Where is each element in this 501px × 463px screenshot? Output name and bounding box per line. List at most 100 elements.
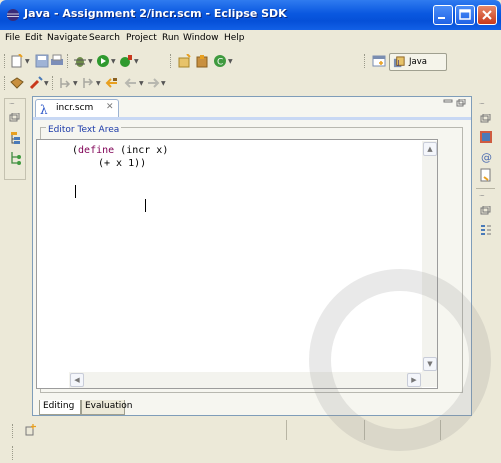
toolbar-grip[interactable] (4, 76, 8, 90)
toolbar-grip[interactable] (52, 76, 56, 90)
status-divider (286, 420, 287, 440)
keyword: define (78, 186, 115, 197)
code-line-1: (define (incr x) (72, 145, 169, 156)
code-line-3: (define (incr-two x) (72, 185, 192, 198)
tab-close-icon[interactable]: ✕ (106, 102, 114, 112)
editor-tab[interactable]: λ incr.scm ✕ (35, 99, 119, 117)
new-file-icon[interactable] (10, 54, 24, 68)
maximize-icon (459, 9, 471, 20)
dropdown-arrow-icon[interactable]: ▼ (88, 58, 93, 65)
back-icon[interactable] (124, 76, 138, 90)
menu-file[interactable]: File (5, 33, 20, 43)
dropdown-arrow-icon[interactable]: ▼ (73, 80, 78, 87)
perspective-label: Java (409, 57, 427, 67)
toolbar-grip[interactable] (12, 446, 16, 460)
menu-bar: File Edit Navigate Search Project Run Wi… (0, 30, 501, 48)
debug-icon[interactable] (73, 54, 87, 68)
new-package-icon[interactable] (195, 54, 209, 68)
svg-text:C: C (217, 58, 223, 68)
external-tools-icon[interactable] (119, 54, 133, 68)
tab-underline (33, 117, 471, 120)
dropdown-arrow-icon[interactable]: ▼ (25, 58, 30, 65)
eclipse-window: Java - Assignment 2/incr.scm - Eclipse S… (0, 0, 501, 463)
java-perspective-icon: J (393, 56, 405, 68)
code-editor[interactable]: ▲ ▼ ◀ ▶ (36, 139, 438, 389)
task-list-icon[interactable] (479, 224, 493, 238)
maximize-button[interactable] (455, 5, 475, 25)
trim-grip[interactable]: ···· (9, 100, 15, 108)
print-icon[interactable] (50, 54, 64, 68)
javadoc-icon[interactable]: @ (479, 150, 493, 164)
dropdown-arrow-icon[interactable]: ▼ (139, 80, 144, 87)
dropdown-arrow-icon[interactable]: ▼ (111, 58, 116, 65)
dropdown-arrow-icon[interactable]: ▼ (161, 80, 166, 87)
trim-grip[interactable]: ···· (479, 192, 485, 200)
trim-divider (476, 188, 495, 189)
title-bar[interactable]: Java - Assignment 2/incr.scm - Eclipse S… (0, 0, 501, 30)
menu-navigate[interactable]: Navigate (47, 33, 87, 43)
scroll-left-button[interactable]: ◀ (70, 373, 84, 387)
code-line-2: (+ x 1)) (98, 158, 147, 169)
declaration-icon[interactable] (479, 168, 493, 182)
eclipse-app-icon (7, 9, 19, 21)
restore-icon[interactable] (480, 206, 492, 216)
search-icon[interactable] (29, 76, 43, 90)
tab-evaluation[interactable]: Evaluation (81, 400, 133, 415)
main-toolbar: ▼ ▼ ▼ ▼ C ▼ J Java (0, 50, 501, 72)
package-explorer-icon[interactable] (9, 151, 23, 165)
new-java-project-icon[interactable] (177, 54, 191, 68)
run-icon[interactable] (96, 54, 110, 68)
tab-editing[interactable]: Editing (39, 400, 81, 415)
menu-search[interactable]: Search (89, 33, 120, 43)
left-trim-stack: ···· (4, 98, 26, 180)
dropdown-arrow-icon[interactable]: ▼ (134, 58, 139, 65)
forward-icon[interactable] (146, 76, 160, 90)
scroll-right-button[interactable]: ▶ (407, 373, 421, 387)
scroll-up-button[interactable]: ▲ (423, 142, 437, 156)
toolbar-grip[interactable] (4, 54, 8, 68)
menu-edit[interactable]: Edit (25, 33, 42, 43)
hierarchy-icon[interactable] (9, 131, 23, 145)
toolbar-grip[interactable] (12, 424, 16, 438)
toolbar-grip[interactable] (67, 54, 71, 68)
dropdown-arrow-icon[interactable]: ▼ (228, 58, 233, 65)
new-class-icon[interactable]: C (213, 54, 227, 68)
status-divider (440, 420, 441, 440)
dropdown-arrow-icon[interactable]: ▼ (44, 80, 49, 87)
svg-text:@: @ (481, 151, 492, 164)
minimize-button[interactable] (433, 5, 453, 25)
menu-help[interactable]: Help (224, 33, 245, 43)
vertical-scrollbar[interactable]: ▲ ▼ (422, 141, 437, 387)
fast-view-icon[interactable] (25, 424, 37, 436)
save-icon[interactable] (35, 54, 49, 68)
horizontal-scrollbar[interactable]: ◀ ▶ (69, 372, 422, 388)
close-button[interactable] (477, 5, 497, 25)
trim-grip[interactable]: ···· (479, 100, 485, 108)
editor-tab-label: incr.scm (56, 103, 94, 113)
text-cursor (145, 199, 146, 212)
restore-icon[interactable] (480, 114, 492, 124)
toolbar-grip[interactable] (364, 54, 368, 68)
minimize-view-icon[interactable] (443, 99, 453, 107)
menu-window[interactable]: Window (183, 33, 219, 43)
previous-annotation-icon[interactable] (81, 76, 95, 90)
restore-view-icon[interactable] (456, 98, 466, 107)
dropdown-arrow-icon[interactable]: ▼ (96, 80, 101, 87)
status-divider (364, 420, 365, 440)
java-perspective-button[interactable]: J Java (389, 53, 447, 71)
next-annotation-icon[interactable] (58, 76, 72, 90)
code-text: (incr-two x) (114, 186, 193, 197)
scroll-down-button[interactable]: ▼ (423, 357, 437, 371)
group-label: Editor Text Area (46, 125, 122, 135)
open-perspective-icon[interactable] (372, 54, 386, 68)
last-edit-location-icon[interactable] (104, 76, 118, 90)
svg-text:λ: λ (40, 103, 48, 115)
restore-icon[interactable] (9, 113, 21, 123)
toolbar-grip[interactable] (170, 54, 174, 68)
svg-text:J: J (397, 58, 400, 66)
menu-project[interactable]: Project (126, 33, 157, 43)
close-icon (482, 10, 492, 20)
open-type-icon[interactable] (10, 76, 24, 90)
menu-run[interactable]: Run (162, 33, 179, 43)
outline-icon[interactable] (479, 130, 493, 144)
